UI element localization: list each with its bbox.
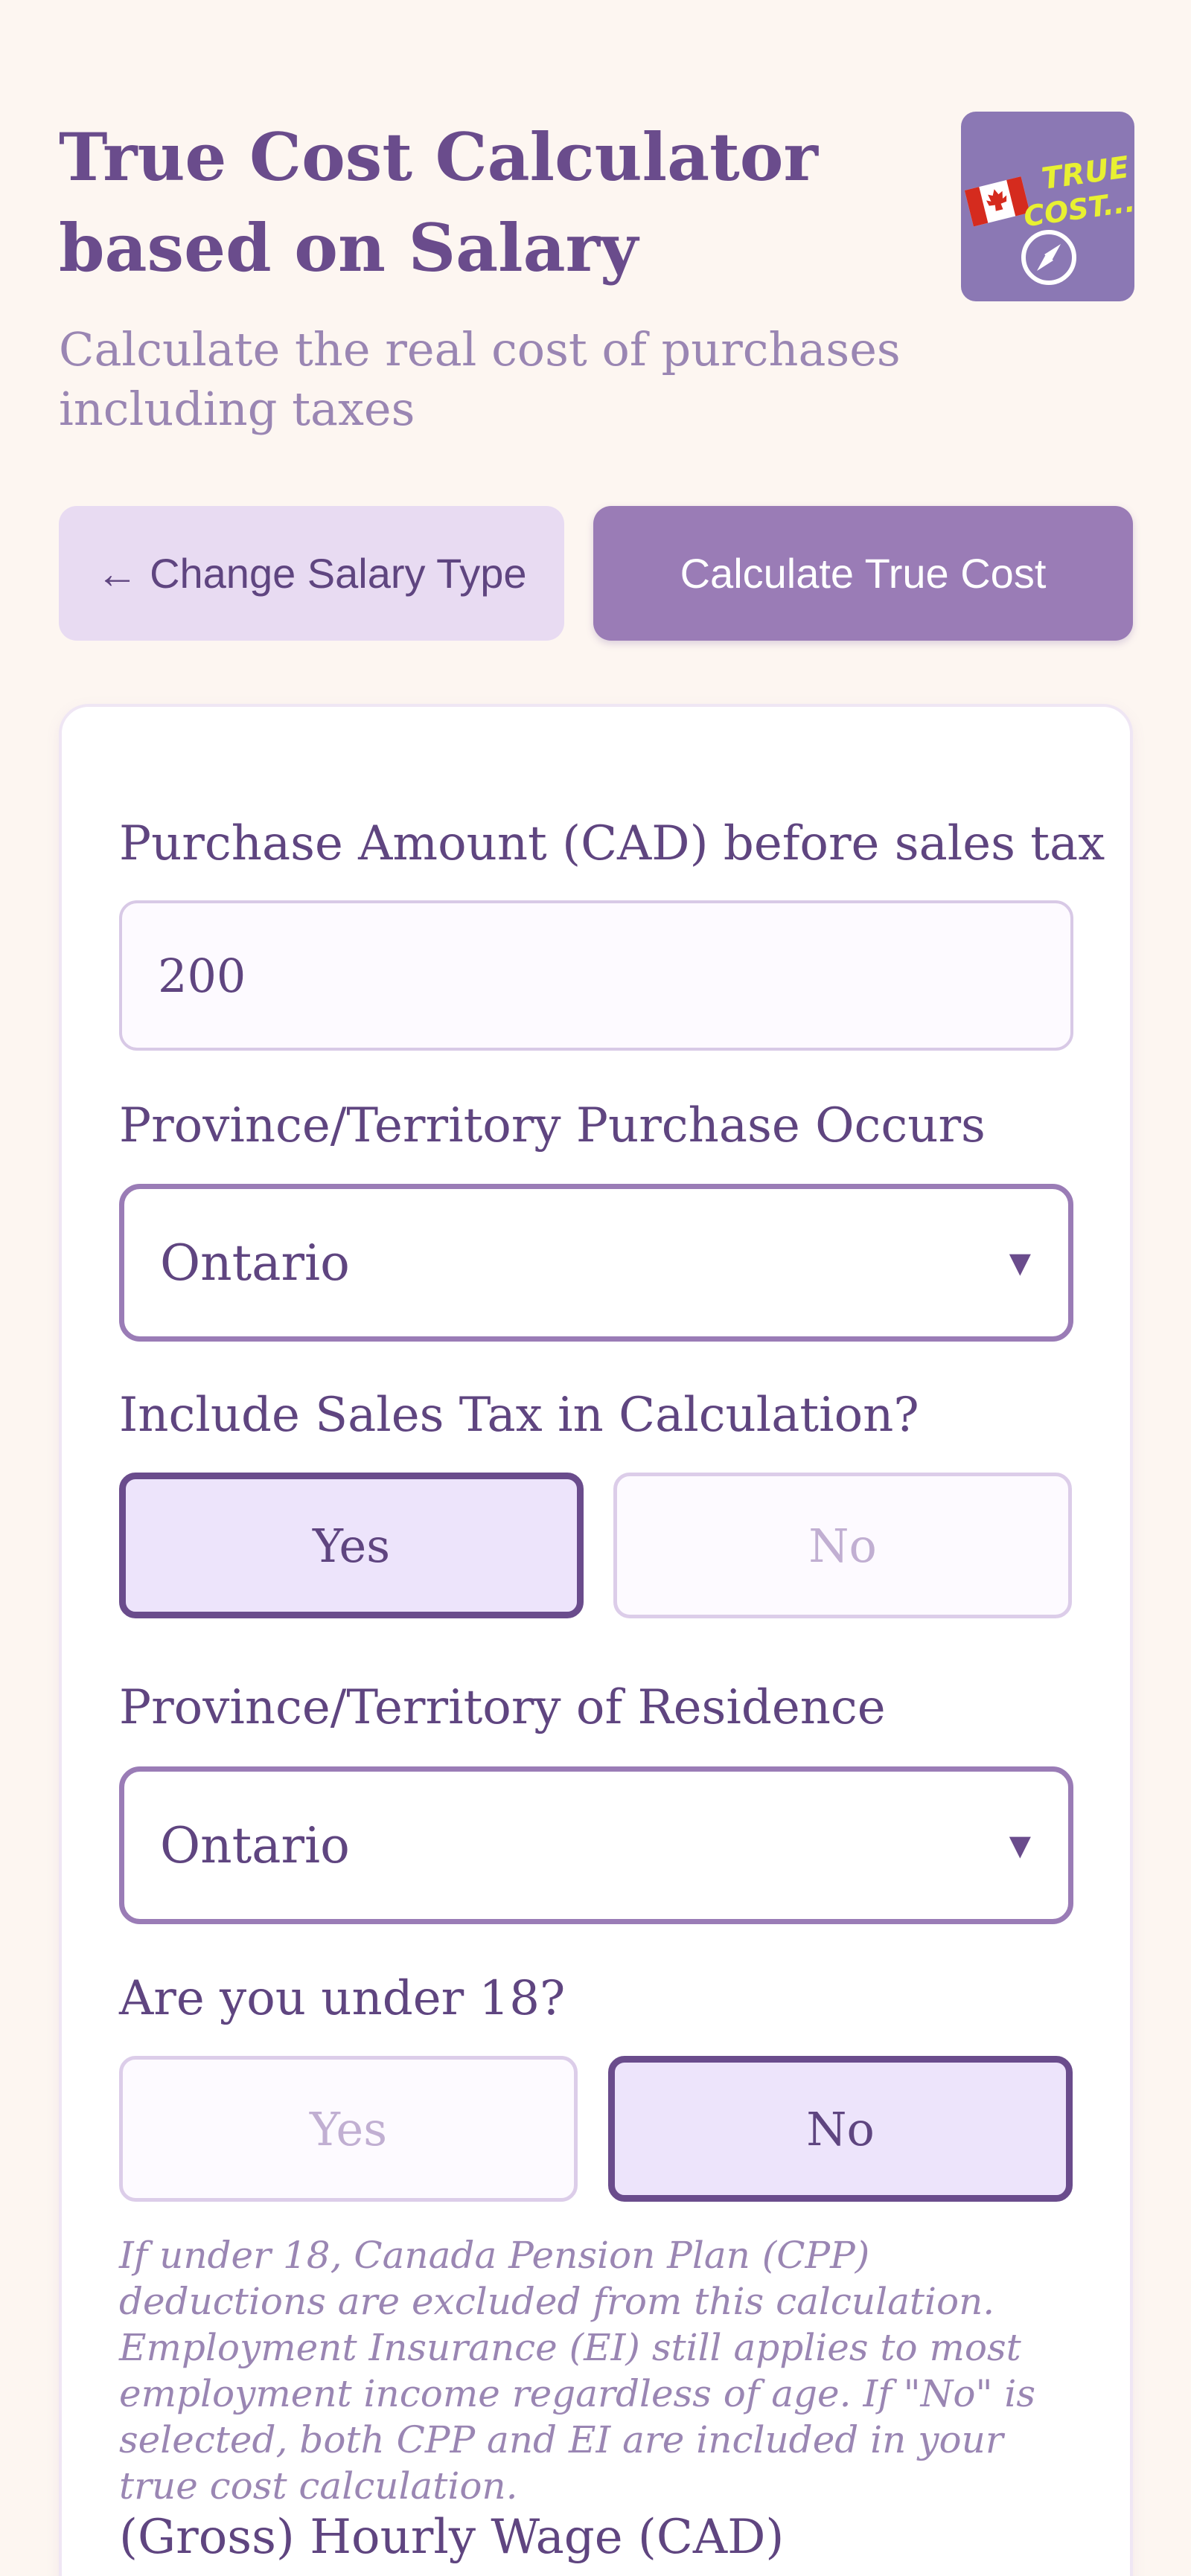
change-salary-type-button[interactable]: ← Change Salary Type	[59, 506, 564, 641]
purchase-province-label: Province/Territory Purchase Occurs	[119, 1098, 986, 1153]
app-logo: TRUE COST...	[961, 112, 1134, 301]
calculate-true-cost-button[interactable]: Calculate True Cost	[593, 506, 1133, 641]
residence-province-select[interactable]: Ontario ▼	[119, 1766, 1073, 1924]
page-title: True Cost Calculator based on Salary	[59, 118, 818, 286]
purchase-amount-label: Purchase Amount (CAD) before sales tax	[119, 816, 1105, 871]
under-18-label: Are you under 18?	[119, 1971, 566, 2026]
chevron-down-icon: ▼	[1009, 1829, 1031, 1862]
residence-province-label: Province/Territory of Residence	[119, 1680, 886, 1735]
sales-tax-yes-label: Yes	[312, 1518, 391, 1573]
under-18-help-text: If under 18, Canada Pension Plan (CPP) d…	[119, 2234, 1035, 2508]
sales-tax-no-label: No	[808, 1518, 877, 1573]
compass-icon	[1021, 230, 1076, 285]
logo-text-line2: COST...	[1022, 185, 1134, 233]
under-18-yes-label: Yes	[309, 2101, 388, 2156]
hourly-wage-label: (Gross) Hourly Wage (CAD)	[119, 2510, 785, 2565]
page-subtitle: Calculate the real cost of purchases inc…	[59, 322, 901, 436]
under-18-yes-button[interactable]: Yes	[119, 2056, 578, 2202]
purchase-amount-value: 200	[158, 948, 246, 1003]
sales-tax-yes-button[interactable]: Yes	[119, 1473, 584, 1618]
page: True Cost Calculator based on Salary Cal…	[0, 0, 1191, 2576]
purchase-amount-input[interactable]: 200	[119, 900, 1073, 1051]
under-18-no-label: No	[806, 2101, 875, 2156]
purchase-province-select[interactable]: Ontario ▼	[119, 1184, 1073, 1342]
residence-province-value: Ontario	[160, 1816, 350, 1874]
purchase-province-value: Ontario	[160, 1234, 350, 1292]
sales-tax-no-button[interactable]: No	[613, 1473, 1072, 1618]
include-sales-tax-label: Include Sales Tax in Calculation?	[119, 1388, 919, 1443]
logo-graphic: TRUE COST...	[964, 150, 1134, 285]
under-18-no-button[interactable]: No	[608, 2056, 1073, 2202]
canada-flag-icon	[964, 176, 1030, 227]
chevron-down-icon: ▼	[1009, 1246, 1031, 1279]
